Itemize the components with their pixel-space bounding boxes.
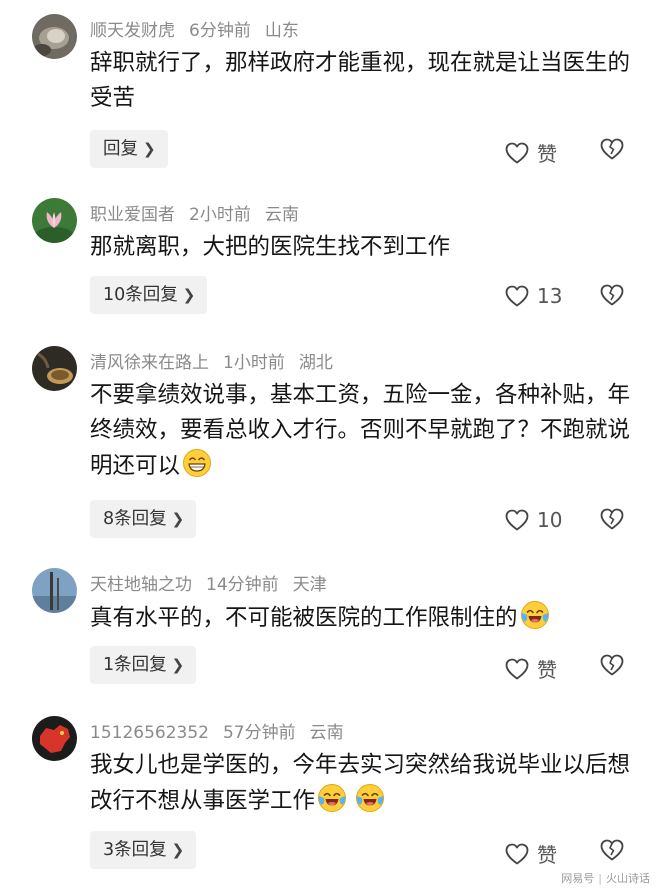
heart-icon [505, 509, 529, 531]
timestamp: 2小时前 [189, 205, 251, 225]
comment-meta: 天柱地轴之功 14分钟前 天津 [90, 570, 341, 595]
heart-icon [505, 658, 529, 680]
comment-text: 我女儿也是学医的，今年去实习突然给我说毕业以后想改行不想从事医学工作 [90, 748, 635, 819]
broken-heart-icon [600, 138, 624, 160]
chevron-right-icon: ❯ [171, 841, 185, 859]
comment-text-content: 真有水平的，不可能被医院的工作限制住的 [90, 605, 518, 631]
reply-label: 10条回复 [103, 285, 178, 305]
timestamp: 6分钟前 [189, 21, 251, 41]
username[interactable]: 天柱地轴之功 [90, 575, 192, 595]
comment-text-content: 那就离职，大把的医院生找不到工作 [90, 234, 451, 260]
heart-icon [505, 285, 529, 307]
dislike-button[interactable] [600, 508, 624, 530]
location: 天津 [292, 575, 327, 595]
heart-icon [505, 843, 529, 865]
like-count: 赞 [537, 658, 557, 682]
comment-meta: 职业爱国者 2小时前 云南 [90, 200, 313, 225]
username[interactable]: 顺天发财虎 [90, 21, 175, 41]
broken-heart-icon [600, 654, 624, 676]
watermark-right: 火山诗话 [606, 872, 650, 885]
reply-button[interactable]: 8条回复 ❯ [90, 500, 197, 538]
comment-meta: 清风徐来在路上 1小时前 湖北 [90, 348, 347, 373]
watermark: 网易号 | 火山诗话 [561, 870, 650, 886]
like-button[interactable]: 赞 [505, 839, 557, 868]
dislike-button[interactable] [600, 284, 624, 306]
reply-button[interactable]: 1条回复 ❯ [90, 646, 197, 684]
location: 湖北 [298, 353, 333, 373]
watermark-separator: | [598, 872, 602, 885]
location: 云南 [264, 205, 299, 225]
timestamp: 57分钟前 [222, 723, 296, 743]
broken-heart-icon [600, 839, 624, 861]
chevron-right-icon: ❯ [143, 140, 156, 158]
comment-text: 辞职就行了，那样政府才能重视，现在就是让当医生的受苦 [90, 46, 635, 116]
location: 云南 [309, 723, 344, 743]
like-count: 赞 [537, 843, 557, 867]
comment-meta: 顺天发财虎 6分钟前 山东 [90, 16, 313, 41]
map-avatar-icon[interactable] [32, 716, 77, 761]
like-count: 13 [537, 284, 563, 308]
comment-text: 真有水平的，不可能被医院的工作限制住的 [90, 600, 635, 636]
landscape-avatar-icon[interactable] [32, 568, 77, 613]
cry-laugh-emoji-icon [520, 600, 550, 630]
like-button[interactable]: 赞 [505, 138, 557, 167]
lotus-avatar-icon[interactable] [32, 198, 77, 243]
avatar-photo-icon[interactable] [32, 14, 77, 59]
comment-meta: 15126562352 57分钟前 云南 [90, 718, 358, 743]
like-count: 赞 [537, 142, 557, 166]
broken-heart-icon [600, 508, 624, 530]
reply-button[interactable]: 回复 ❯ [90, 130, 168, 168]
cry-laugh-emoji-icon [317, 783, 347, 813]
comment-text-content: 辞职就行了，那样政府才能重视，现在就是让当医生的受苦 [90, 50, 631, 111]
reply-button[interactable]: 10条回复 ❯ [90, 276, 208, 314]
comment-text: 那就离职，大把的医院生找不到工作 [90, 230, 635, 265]
chevron-right-icon: ❯ [171, 510, 185, 528]
chevron-right-icon: ❯ [171, 656, 185, 674]
username[interactable]: 职业爱国者 [90, 205, 175, 225]
cry-laugh-emoji-icon [355, 783, 385, 813]
chevron-right-icon: ❯ [182, 286, 196, 304]
like-button[interactable]: 13 [505, 284, 562, 308]
like-button[interactable]: 10 [505, 508, 562, 532]
heart-icon [505, 142, 529, 164]
dislike-button[interactable] [600, 839, 624, 861]
dislike-button[interactable] [600, 138, 624, 160]
timestamp: 14分钟前 [206, 575, 279, 595]
reply-label: 3条回复 [103, 840, 167, 860]
reply-label: 8条回复 [103, 509, 167, 529]
comment-text: 不要拿绩效说事，基本工资，五险一金，各种补贴，年终绩效，要看总收入才行。否则不早… [90, 378, 635, 484]
username[interactable]: 15126562352 [90, 723, 209, 743]
reply-label: 回复 [103, 139, 138, 159]
dislike-button[interactable] [600, 654, 624, 676]
like-button[interactable]: 赞 [505, 654, 557, 683]
watermark-left: 网易号 [561, 872, 595, 885]
broken-heart-icon [600, 284, 624, 306]
grin-emoji-icon [182, 448, 212, 478]
location: 山东 [264, 21, 299, 41]
comment-text-content: 不要拿绩效说事，基本工资，五险一金，各种补贴，年终绩效，要看总收入才行。否则不早… [90, 382, 631, 479]
timestamp: 1小时前 [223, 353, 285, 373]
reply-label: 1条回复 [103, 655, 167, 675]
like-count: 10 [537, 508, 563, 532]
tea-avatar-icon[interactable] [32, 346, 77, 391]
reply-button[interactable]: 3条回复 ❯ [90, 831, 197, 869]
username[interactable]: 清风徐来在路上 [90, 353, 209, 373]
